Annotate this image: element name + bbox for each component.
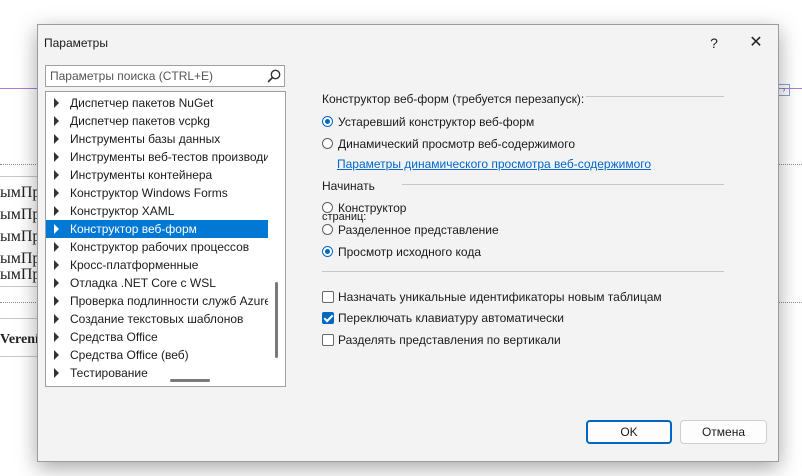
editor-box-line: [0, 356, 38, 357]
radio-label: Устаревший конструктор веб-форм: [338, 115, 535, 129]
editor-box-line: [0, 318, 38, 319]
tree-item[interactable]: Средства Office: [46, 328, 268, 346]
tree-horizontal-scrollbar[interactable]: [170, 379, 210, 382]
tree-item-label: Создание текстовых шаблонов: [70, 312, 244, 326]
tree-item[interactable]: Конструктор рабочих процессов: [46, 238, 268, 256]
tree-item[interactable]: Создание текстовых шаблонов: [46, 310, 268, 328]
editor-dotted-line: [0, 302, 38, 303]
radio-label: Просмотр исходного кода: [338, 245, 482, 259]
designer-section-header: Конструктор веб-форм (требуется перезапу…: [322, 92, 585, 106]
editor-bold-text: Verení: [0, 332, 38, 347]
ok-button[interactable]: OK: [586, 420, 672, 444]
checkbox[interactable]: [322, 312, 334, 324]
expand-arrow-icon[interactable]: [54, 368, 59, 378]
expand-arrow-icon[interactable]: [54, 170, 59, 180]
tree-item[interactable]: Конструктор веб-форм: [46, 220, 268, 238]
tree-item-label: Инструменты веб-тестов производи: [70, 150, 268, 164]
help-button[interactable]: ?: [700, 31, 728, 55]
checkbox-label: Разделять представления по вертикали: [338, 333, 561, 347]
editor-text-line: ымПр: [0, 228, 38, 245]
checkbox-label: Переключать клавиатуру автоматически: [338, 311, 564, 325]
tree-item[interactable]: Отладка .NET Core с WSL: [46, 274, 268, 292]
tree-item-label: Инструменты контейнера: [70, 168, 213, 182]
tree-item-label: Средства Office: [70, 330, 158, 344]
cancel-button[interactable]: Отмена: [680, 420, 767, 444]
checkbox-label: Назначать уникальные идентификаторы новы…: [338, 290, 662, 304]
editor-text-line: ымПр: [0, 266, 38, 283]
expand-arrow-icon[interactable]: [54, 98, 59, 108]
section-divider: [586, 96, 724, 97]
tree-item-label: Проверка подлинности служб Azure: [70, 294, 268, 308]
options-tree[interactable]: Диспетчер пакетов NuGet Диспетчер пакетов…: [45, 91, 286, 387]
editor-box-line: [0, 176, 38, 177]
tree-item-label: Конструктор Windows Forms: [70, 186, 228, 200]
search-input[interactable]: [46, 66, 260, 86]
radio-button[interactable]: [322, 246, 333, 257]
tree-item-label: Средства Office (веб): [70, 348, 189, 362]
options-dialog: Параметры ? ✕ Диспетчер пакетов NuGetДис…: [37, 24, 779, 462]
expand-arrow-icon[interactable]: [54, 314, 59, 324]
tree-item-label: Конструктор рабочих процессов: [70, 240, 250, 254]
tree-item[interactable]: Конструктор XAML: [46, 202, 268, 220]
radio-button[interactable]: [322, 116, 333, 127]
tree-item[interactable]: Тестирование: [46, 364, 268, 382]
tree-item-label: Инструменты базы данных: [70, 132, 221, 146]
editor-dotted-line: [776, 164, 802, 165]
options-search-box: [45, 65, 285, 87]
editor-text-line: ымПр: [0, 206, 38, 223]
tree-item[interactable]: Инструменты базы данных: [46, 130, 268, 148]
expand-arrow-icon[interactable]: [54, 134, 59, 144]
checkbox[interactable]: [322, 291, 334, 303]
dialog-title: Параметры: [44, 36, 108, 50]
editor-divider: [0, 88, 38, 89]
section-divider: [402, 184, 724, 185]
expand-arrow-icon[interactable]: [54, 242, 59, 252]
expand-arrow-icon[interactable]: [54, 116, 59, 126]
radio-label: Разделенное представление: [338, 223, 499, 237]
checkbox[interactable]: [322, 334, 334, 346]
tree-item-label: Диспетчер пакетов NuGet: [70, 96, 214, 110]
overlapped-label-text: страниц:: [322, 211, 367, 223]
radio-label: Динамический просмотр веб-содержимого: [338, 137, 575, 151]
tree-item[interactable]: Средства Office (веб): [46, 346, 268, 364]
tree-item[interactable]: Кросс-платформенные: [46, 256, 268, 274]
radio-button[interactable]: [322, 224, 333, 235]
start-section-header: Начинать: [322, 179, 375, 193]
editor-dotted-line: [776, 302, 802, 303]
expand-arrow-icon[interactable]: [54, 296, 59, 306]
expand-arrow-icon[interactable]: [54, 152, 59, 162]
close-button[interactable]: ✕: [742, 31, 770, 55]
tree-item[interactable]: Инструменты контейнера: [46, 166, 268, 184]
expand-arrow-icon[interactable]: [54, 188, 59, 198]
expand-arrow-icon[interactable]: [54, 224, 59, 234]
tree-item-label: Конструктор XAML: [70, 204, 175, 218]
editor-expand-icon[interactable]: ›: [778, 84, 790, 96]
expand-arrow-icon[interactable]: [54, 332, 59, 342]
tree-item[interactable]: Проверка подлинности служб Azure: [46, 292, 268, 310]
dialog-titlebar[interactable]: Параметры ? ✕: [38, 25, 778, 61]
tree-item[interactable]: Инструменты веб-тестов производи: [46, 148, 268, 166]
tree-item[interactable]: Диспетчер пакетов vcpkg: [46, 112, 268, 130]
expand-arrow-icon[interactable]: [54, 206, 59, 216]
expand-arrow-icon[interactable]: [54, 260, 59, 270]
tree-vertical-scrollbar[interactable]: [275, 282, 278, 358]
tree-item-label: Тестирование: [70, 366, 148, 380]
live-preview-settings-link[interactable]: Параметры динамического просмотра веб-со…: [337, 157, 651, 171]
tree-item[interactable]: Конструктор Windows Forms: [46, 184, 268, 202]
editor-text-line: ымПр: [0, 184, 38, 201]
tree-item-label: Отладка .NET Core с WSL: [70, 276, 216, 290]
expand-arrow-icon[interactable]: [54, 278, 59, 288]
tree-item-label: Кросс-платформенные: [70, 258, 199, 272]
tree-item[interactable]: Диспетчер пакетов NuGet: [46, 94, 268, 112]
tree-item-label: Диспетчер пакетов vcpkg: [70, 114, 210, 128]
editor-box-line: [0, 286, 38, 287]
expand-arrow-icon[interactable]: [54, 350, 59, 360]
tree-item-label: Конструктор веб-форм: [70, 222, 197, 236]
radio-button[interactable]: [322, 138, 333, 149]
editor-dotted-line: [0, 164, 38, 165]
search-icon[interactable]: [266, 68, 282, 84]
section-divider: [322, 271, 724, 272]
